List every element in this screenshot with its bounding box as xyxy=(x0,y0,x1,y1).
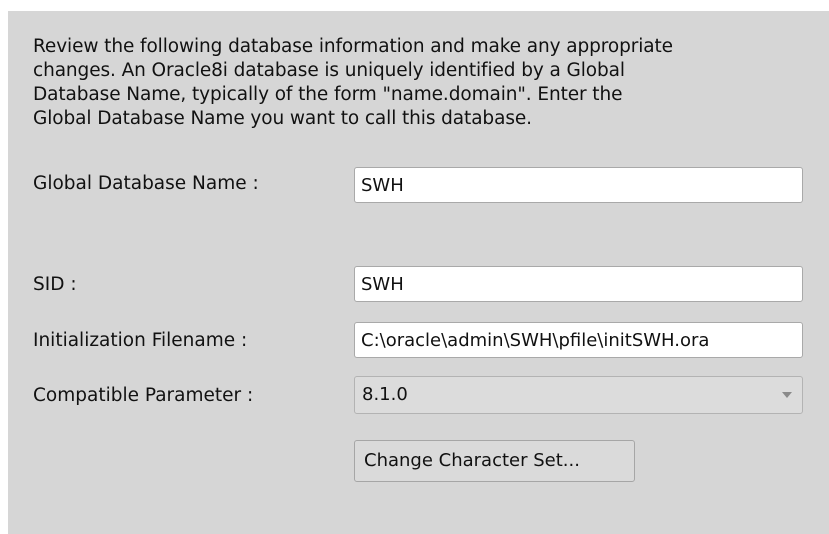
global-database-name-field[interactable] xyxy=(354,167,803,203)
compatible-parameter-select[interactable]: 8.1.0 xyxy=(354,376,803,414)
compatible-parameter-value: 8.1.0 xyxy=(362,384,408,405)
sid-field[interactable] xyxy=(354,266,803,302)
instructions-text: Review the following database informatio… xyxy=(33,36,673,129)
chevron-down-icon[interactable] xyxy=(782,392,792,398)
sid-label: SID : xyxy=(33,274,77,295)
initialization-filename-field[interactable] xyxy=(354,322,803,358)
initialization-filename-label: Initialization Filename : xyxy=(33,330,248,351)
compatible-parameter-label: Compatible Parameter : xyxy=(33,385,254,406)
global-database-name-label: Global Database Name : xyxy=(33,173,259,194)
change-character-set-button[interactable]: Change Character Set... xyxy=(354,440,635,482)
